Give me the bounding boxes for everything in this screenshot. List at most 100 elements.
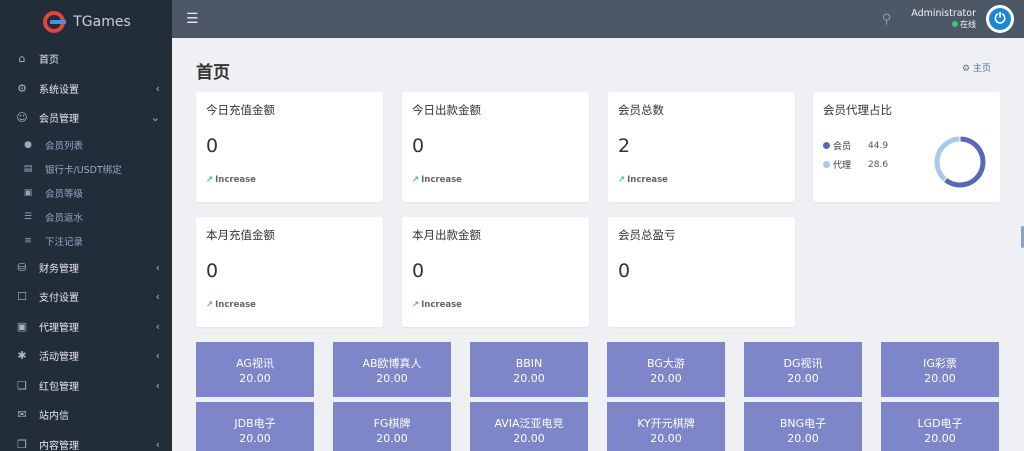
sidebar-item-label: 银行卡/USDT绑定 xyxy=(45,164,122,176)
sidebar-subitem-member-rebate[interactable]: ☰ 会员返水 xyxy=(0,205,172,229)
sidebar-item-label: 支付设置 xyxy=(39,293,79,305)
game-tile[interactable]: BNG电子 20.00 xyxy=(744,402,862,451)
stat-card-member-profit: 会员总盈亏 0 xyxy=(608,217,795,327)
game-name: BG大游 xyxy=(647,357,685,370)
game-name: BNG电子 xyxy=(779,417,827,430)
stat-trend-label: Increase xyxy=(421,175,462,185)
legend-label: 代理 xyxy=(833,161,852,171)
user-status-text: 在线 xyxy=(960,20,976,29)
envelope-icon: ✉ xyxy=(17,408,27,422)
sidebar-item-red-packet[interactable]: ❏ 红包管理 ‹ xyxy=(0,371,172,401)
ratio-title: 会员代理占比 xyxy=(823,103,892,117)
breadcrumb[interactable]: ⚙ 主页 xyxy=(962,61,991,74)
sidebar-item-payment-settings[interactable]: ☐ 支付设置 ‹ xyxy=(0,282,172,312)
game-name: JDB电子 xyxy=(234,417,276,430)
power-button[interactable]: ⏻ xyxy=(986,5,1014,33)
sidebar-item-label: 会员列表 xyxy=(45,140,84,152)
sidebar-item-member-management[interactable]: ☺ 会员管理 ⌄ xyxy=(0,103,172,133)
game-amount: 20.00 xyxy=(513,372,545,385)
game-tile[interactable]: AG视讯 20.00 xyxy=(196,342,314,397)
game-tile[interactable]: DG视讯 20.00 xyxy=(744,342,862,397)
menu-toggle-icon[interactable]: ☰ xyxy=(186,11,202,27)
game-tile[interactable]: BBIN 20.00 xyxy=(470,342,588,397)
home-icon: ⌂ xyxy=(18,52,26,66)
chevron-left-icon: ‹ xyxy=(155,437,160,451)
user-status: 在线 xyxy=(911,19,976,30)
game-tile[interactable]: LGD电子 20.00 xyxy=(881,402,999,451)
stat-trend: ↗ Increase xyxy=(412,300,462,310)
trend-up-icon: ↗ xyxy=(206,175,214,185)
legend-item-agent: 代理 28.6 xyxy=(823,155,888,174)
bookmark-icon: ☐ xyxy=(17,290,27,304)
stat-value: 0 xyxy=(618,260,631,282)
stat-title: 今日充值金额 xyxy=(206,103,275,117)
legend-value: 28.6 xyxy=(868,159,889,170)
sidebar-item-messages[interactable]: ✉ 站内信 xyxy=(0,400,172,430)
copy-icon: ❐ xyxy=(17,437,27,451)
sidebar-subitem-bet-records[interactable]: ≡ 下注记录 xyxy=(0,229,172,253)
bell-icon[interactable]: ⚲ xyxy=(882,12,892,27)
sidebar-item-label: 代理管理 xyxy=(39,322,79,334)
stat-value: 0 xyxy=(412,135,425,157)
game-name: KY开元棋牌 xyxy=(637,417,695,430)
game-amount: 20.00 xyxy=(650,372,682,385)
sidebar-item-label: 红包管理 xyxy=(39,381,79,393)
stat-card-month-deposit: 本月充值金额 0 ↗ Increase xyxy=(196,217,383,327)
stat-title: 会员总盈亏 xyxy=(618,228,676,242)
main-content: 首页 ⚙ 主页 今日充值金额 0 ↗ Increase 今日出款金额 0 ↗ Inc… xyxy=(172,38,1024,451)
game-tile[interactable]: KY开元棋牌 20.00 xyxy=(607,402,725,451)
stat-card-member-total: 会员总数 2 ↗ Increase xyxy=(608,92,795,202)
network-icon: ✱ xyxy=(17,349,27,363)
sidebar-subitem-member-list[interactable]: ● 会员列表 xyxy=(0,133,172,157)
sidebar-item-label: 活动管理 xyxy=(39,352,79,364)
user-icon: ☺ xyxy=(16,111,28,125)
sidebar-subitem-bank-card[interactable]: ▤ 银行卡/USDT绑定 xyxy=(0,157,172,181)
sidebar-item-home[interactable]: ⌂ 首页 xyxy=(0,44,172,74)
donut-slice-代理[interactable] xyxy=(933,135,961,183)
sidebar-item-agent-management[interactable]: ▣ 代理管理 ‹ xyxy=(0,312,172,342)
sidebar-item-activity-management[interactable]: ✱ 活动管理 ‹ xyxy=(0,341,172,371)
stat-trend-label: Increase xyxy=(215,175,256,185)
stat-trend-label: Increase xyxy=(421,300,462,310)
ratio-card: 会员代理占比 会员 44.9 代理 28.6 xyxy=(813,92,1000,202)
brand-name: TGames xyxy=(73,14,131,30)
chevron-left-icon: ‹ xyxy=(155,81,160,95)
chevron-left-icon: ‹ xyxy=(155,349,160,363)
game-tile[interactable]: JDB电子 20.00 xyxy=(196,402,314,451)
sidebar-item-label: 下注记录 xyxy=(45,236,84,248)
stat-trend-label: Increase xyxy=(627,175,668,185)
game-tile[interactable]: IG彩票 20.00 xyxy=(881,342,999,397)
bars-icon: ≡ xyxy=(24,235,32,246)
sidebar-item-system-settings[interactable]: ⚙ 系统设置 ‹ xyxy=(0,74,172,104)
tgames-logo-icon xyxy=(41,9,67,35)
game-name: IG彩票 xyxy=(923,357,957,370)
chevron-left-icon: ‹ xyxy=(155,378,160,392)
brand[interactable]: TGames xyxy=(0,0,172,44)
stat-trend: ↗ Increase xyxy=(206,300,256,310)
game-amount: 20.00 xyxy=(924,432,956,445)
game-tile[interactable]: BG大游 20.00 xyxy=(607,342,725,397)
sidebar-item-content-management[interactable]: ❐ 内容管理 ‹ xyxy=(0,430,172,451)
list-icon: ☰ xyxy=(23,211,33,222)
stat-value: 0 xyxy=(206,260,219,282)
stat-title: 今日出款金额 xyxy=(412,103,481,117)
sidebar-item-finance[interactable]: ⛁ 财务管理 ‹ xyxy=(0,253,172,283)
stat-trend: ↗ Increase xyxy=(412,175,462,185)
chevron-left-icon: ‹ xyxy=(155,260,160,274)
sidebar-item-label: 会员等级 xyxy=(45,188,84,200)
user-info[interactable]: Administrator 在线 xyxy=(911,8,976,30)
sidebar-subitem-member-level[interactable]: ▣ 会员等级 xyxy=(0,181,172,205)
sidebar-item-label: 会员返水 xyxy=(45,212,84,224)
chart-legend: 会员 44.9 代理 28.6 xyxy=(823,136,888,174)
game-tile[interactable]: FG棋牌 20.00 xyxy=(333,402,451,451)
sidebar-item-label: 财务管理 xyxy=(39,263,79,275)
game-amount: 20.00 xyxy=(376,432,408,445)
stat-value: 0 xyxy=(412,260,425,282)
stat-value: 0 xyxy=(206,135,219,157)
stat-value: 2 xyxy=(618,135,631,157)
stat-card-today-deposit: 今日充值金额 0 ↗ Increase xyxy=(196,92,383,202)
game-tile[interactable]: AB欧博真人 20.00 xyxy=(333,342,451,397)
chevron-down-icon: ⌄ xyxy=(150,111,160,125)
chevron-left-icon: ‹ xyxy=(155,290,160,304)
game-tile[interactable]: AVIA泛亚电竞 20.00 xyxy=(470,402,588,451)
